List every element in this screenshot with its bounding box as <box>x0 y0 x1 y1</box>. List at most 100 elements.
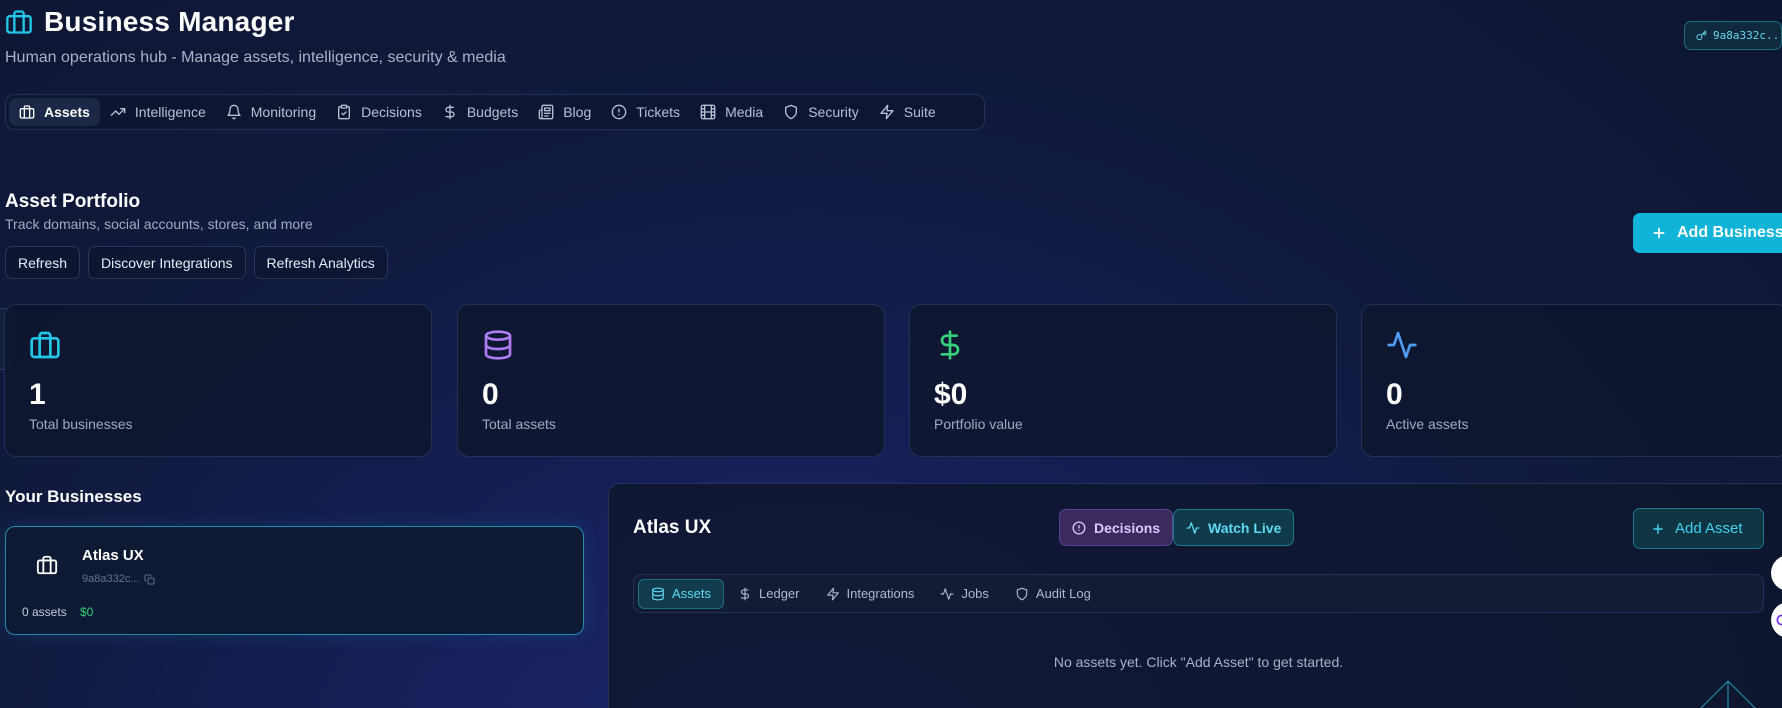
tab-label: Decisions <box>361 104 422 120</box>
discover-integrations-button[interactable]: Discover Integrations <box>88 246 246 279</box>
stat-card-total-businesses: 1 Total businesses <box>4 304 432 457</box>
page-title: Business Manager <box>44 6 295 37</box>
tab-label: Intelligence <box>134 104 206 120</box>
business-id-text: 9a8a332c... <box>82 573 140 585</box>
key-icon <box>1696 30 1707 41</box>
stat-label: Total assets <box>482 416 556 432</box>
detail-tabs: Assets Ledger Integrations Jobs Audit Lo… <box>633 574 1764 613</box>
tab-label: Integrations <box>846 586 915 601</box>
section-subtitle: Track domains, social accounts, stores, … <box>5 216 313 232</box>
stat-value: $0 <box>934 378 968 411</box>
tab-label: Budgets <box>466 104 519 120</box>
add-business-button[interactable]: Add Business <box>1633 213 1782 253</box>
clipboard-icon <box>336 104 352 120</box>
alert-circle-icon <box>1072 521 1086 535</box>
tab-detail-integrations[interactable]: Integrations <box>814 579 927 609</box>
business-asset-count: 0 assets <box>22 605 67 619</box>
database-icon <box>651 587 665 601</box>
tab-monitoring[interactable]: Monitoring <box>216 98 326 126</box>
refresh-button[interactable]: Refresh <box>5 246 81 279</box>
tab-blog[interactable]: Blog <box>528 98 601 126</box>
database-icon <box>482 329 514 361</box>
trending-up-icon <box>110 104 126 120</box>
tab-label: Blog <box>563 104 592 120</box>
stat-value: 1 <box>29 378 46 411</box>
tab-label: Media <box>725 104 764 120</box>
briefcase-icon <box>5 8 33 36</box>
business-value: $0 <box>80 605 94 619</box>
tab-budgets[interactable]: Budgets <box>432 98 528 126</box>
activity-icon <box>1386 329 1418 361</box>
alert-circle-icon <box>611 104 627 120</box>
tab-label: Monitoring <box>250 104 317 120</box>
watch-live-label: Watch Live <box>1208 519 1282 536</box>
tab-decisions[interactable]: Decisions <box>326 98 432 126</box>
business-detail-panel: Atlas UX Decisions Watch Live Add Asset … <box>608 483 1782 708</box>
tab-label: Assets <box>44 104 90 120</box>
tab-assets[interactable]: Assets <box>9 98 100 126</box>
main-nav: Assets Intelligence Monitoring Decisions… <box>5 94 985 130</box>
tab-intelligence[interactable]: Intelligence <box>100 98 216 126</box>
tab-security[interactable]: Security <box>773 98 869 126</box>
tab-label: Tickets <box>636 104 681 120</box>
business-id: 9a8a332c... <box>82 573 155 585</box>
briefcase-icon <box>19 104 35 120</box>
shield-icon <box>1015 587 1029 601</box>
business-name: Atlas UX <box>82 547 144 564</box>
zap-icon <box>826 587 840 601</box>
tab-detail-ledger[interactable]: Ledger <box>726 579 811 609</box>
briefcase-icon <box>29 329 61 361</box>
activity-icon <box>1186 521 1200 535</box>
tab-label: Ledger <box>759 586 800 601</box>
app-header: Business Manager <box>5 6 295 38</box>
stat-card-active-assets: 0 Active assets <box>1361 304 1782 457</box>
tab-label: Jobs <box>961 586 989 601</box>
tab-detail-jobs[interactable]: Jobs <box>928 579 1000 609</box>
tab-label: Assets <box>672 586 712 601</box>
copy-icon[interactable] <box>143 573 155 585</box>
section-title: Asset Portfolio <box>5 191 141 212</box>
decisions-label: Decisions <box>1094 519 1161 536</box>
film-icon <box>700 104 716 120</box>
bell-icon <box>226 104 242 120</box>
assistant-icon <box>1775 613 1782 627</box>
stat-card-portfolio-value: $0 Portfolio value <box>909 304 1337 457</box>
dollar-icon <box>934 329 966 361</box>
tab-label: Suite <box>903 104 936 120</box>
briefcase-icon <box>36 554 58 576</box>
key-badge[interactable]: 9a8a332c... <box>1684 21 1782 50</box>
businesses-title: Your Businesses <box>5 487 142 506</box>
shield-icon <box>783 104 799 120</box>
watch-live-button[interactable]: Watch Live <box>1173 509 1295 546</box>
plus-icon <box>1651 522 1665 536</box>
tab-detail-assets[interactable]: Assets <box>638 578 725 609</box>
stat-value: 0 <box>482 378 499 411</box>
tab-media[interactable]: Media <box>690 98 773 126</box>
stat-card-total-assets: 0 Total assets <box>457 304 885 457</box>
portfolio-actions: Refresh Discover Integrations Refresh An… <box>5 246 388 279</box>
dollar-icon <box>442 104 458 120</box>
add-asset-button[interactable]: Add Asset <box>1633 508 1764 549</box>
triangle-decoration <box>1698 680 1758 708</box>
stat-label: Portfolio value <box>934 416 1023 432</box>
dollar-icon <box>738 587 752 601</box>
stat-label: Total businesses <box>29 416 133 432</box>
newspaper-icon <box>538 104 554 120</box>
tab-suite[interactable]: Suite <box>869 98 946 126</box>
tab-detail-audit-log[interactable]: Audit Log <box>1003 579 1103 609</box>
zap-icon <box>879 104 895 120</box>
tab-tickets[interactable]: Tickets <box>601 98 690 126</box>
plus-icon <box>1651 225 1667 241</box>
empty-state-message: No assets yet. Click "Add Asset" to get … <box>1053 654 1344 670</box>
add-asset-label: Add Asset <box>1675 520 1743 537</box>
refresh-analytics-button[interactable]: Refresh Analytics <box>253 246 388 279</box>
tab-label: Security <box>808 104 859 120</box>
business-card[interactable]: Atlas UX 9a8a332c... 0 assets $0 <box>5 526 584 635</box>
key-badge-label: 9a8a332c... <box>1713 29 1782 42</box>
add-business-label: Add Business <box>1677 224 1782 241</box>
tab-label: Audit Log <box>1035 586 1091 601</box>
stat-label: Active assets <box>1386 416 1469 432</box>
decisions-button[interactable]: Decisions <box>1059 509 1174 546</box>
activity-icon <box>940 587 954 601</box>
stat-value: 0 <box>1386 378 1403 411</box>
